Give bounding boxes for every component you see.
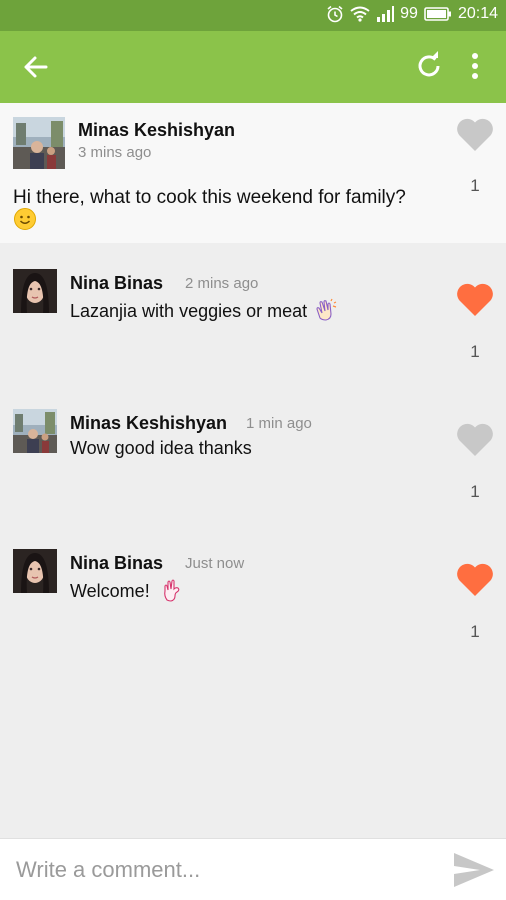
refresh-button[interactable] xyxy=(412,49,446,83)
like-button[interactable] xyxy=(455,115,495,153)
heart-icon xyxy=(457,563,493,596)
send-icon xyxy=(454,853,494,887)
comment-text-label: Lazanjia with veggies or meat xyxy=(70,301,308,321)
battery-percent: 99 xyxy=(400,5,418,22)
status-bar: 99 20:14 xyxy=(0,0,506,31)
like-button[interactable] xyxy=(455,280,495,318)
comment-text: Welcome! xyxy=(70,578,183,602)
comment-author-name[interactable]: Nina Binas xyxy=(70,273,163,294)
post-timestamp: 3 mins ago xyxy=(78,144,152,161)
ok-hand-emoji-icon xyxy=(163,579,180,602)
back-button[interactable] xyxy=(18,51,54,83)
like-count: 1 xyxy=(470,622,480,641)
signal-icon xyxy=(377,6,395,22)
comment-item: Nina Binas Just now Welcome! 1 xyxy=(0,523,506,663)
send-button[interactable] xyxy=(452,851,496,889)
more-options-button[interactable] xyxy=(462,49,488,83)
comment-item: Minas Keshishyan 1 min ago Wow good idea… xyxy=(0,383,506,523)
comment-input[interactable] xyxy=(16,853,436,887)
like-button[interactable] xyxy=(455,560,495,598)
avatar[interactable] xyxy=(13,117,65,169)
smile-emoji-icon xyxy=(14,208,36,230)
clock: 20:14 xyxy=(457,5,498,22)
original-post: Minas Keshishyan 3 mins ago Hi there, wh… xyxy=(0,103,506,243)
avatar[interactable] xyxy=(13,269,57,313)
wifi-icon xyxy=(350,6,370,22)
avatar[interactable] xyxy=(13,549,57,593)
comment-item: Nina Binas 2 mins ago Lazanjia with vegg… xyxy=(0,243,506,383)
comment-timestamp: 2 mins ago xyxy=(185,275,259,292)
heart-icon xyxy=(457,118,493,151)
comment-author-name[interactable]: Minas Keshishyan xyxy=(70,413,227,434)
like-button[interactable] xyxy=(455,420,495,458)
clap-emoji-icon xyxy=(316,298,337,321)
like-count: 1 xyxy=(470,176,480,195)
comment-text: Wow good idea thanks xyxy=(70,438,252,458)
avatar[interactable] xyxy=(13,409,57,453)
refresh-icon xyxy=(418,51,440,77)
comment-timestamp: 1 min ago xyxy=(246,415,312,432)
post-text: Hi there, what to cook this weekend for … xyxy=(13,187,406,208)
heart-icon xyxy=(457,283,493,316)
alarm-icon xyxy=(327,5,343,23)
app-bar xyxy=(0,31,506,103)
comment-text-label: Welcome! xyxy=(70,581,150,601)
comment-author-name[interactable]: Nina Binas xyxy=(70,553,163,574)
like-count: 1 xyxy=(470,342,480,361)
status-icons: 99 20:14 xyxy=(326,5,498,23)
comment-text: Lazanjia with veggies or meat xyxy=(70,298,338,322)
comment-timestamp: Just now xyxy=(185,555,245,572)
more-vert-icon xyxy=(472,53,478,79)
heart-icon xyxy=(457,423,493,456)
like-count: 1 xyxy=(470,482,480,501)
post-author-name[interactable]: Minas Keshishyan xyxy=(78,120,235,141)
battery-icon xyxy=(424,7,451,21)
arrow-left-icon xyxy=(24,56,48,78)
comment-composer xyxy=(0,838,506,900)
